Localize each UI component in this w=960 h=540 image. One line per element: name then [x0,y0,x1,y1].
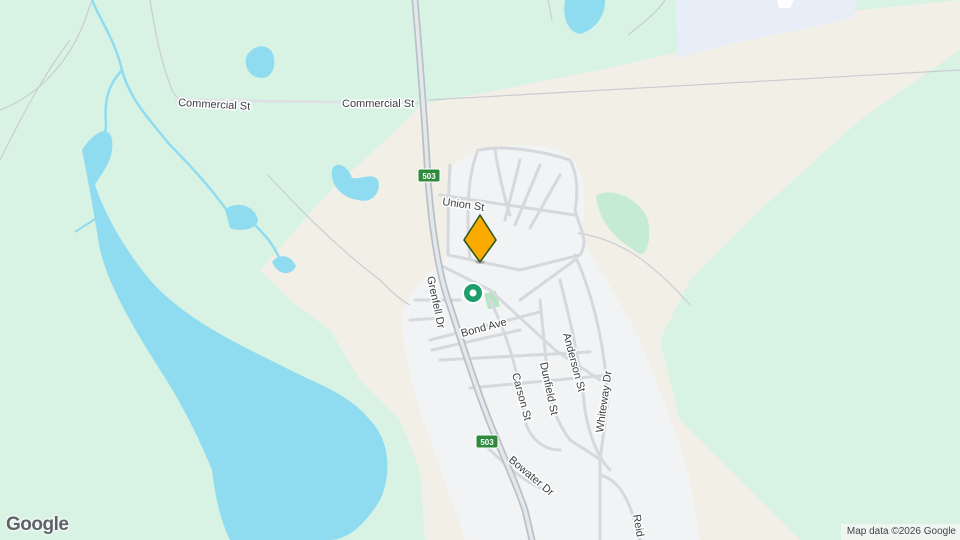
route-shield-503-south: 503 [475,434,499,449]
map-attribution[interactable]: Map data ©2026 Google [840,524,960,540]
street-label-commercial-st: Commercial St [342,98,414,110]
place-marker-icon[interactable] [462,282,484,304]
google-logo[interactable]: Google [6,514,69,536]
map-canvas[interactable]: 503 503 Commercial St Commercial St Unio… [0,0,960,540]
svg-text:503: 503 [480,438,494,447]
map-layer: 503 503 Commercial St Commercial St Unio… [0,0,960,540]
route-shield-503-north: 503 [417,168,441,183]
svg-text:503: 503 [422,172,436,181]
